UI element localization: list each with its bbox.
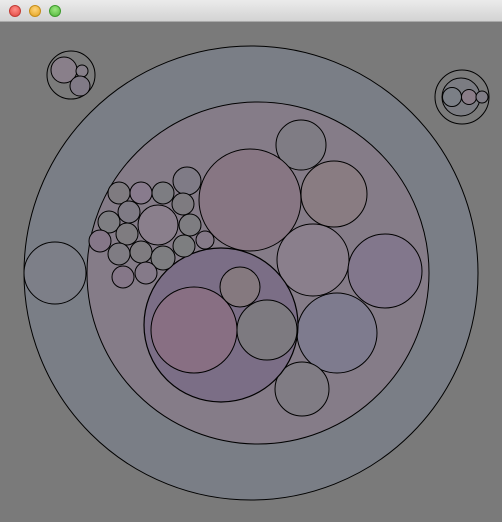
packed-circle (129, 240, 153, 264)
packed-circle (300, 160, 368, 228)
circle-packing-svg (23, 45, 490, 501)
packed-circle (129, 181, 153, 205)
packed-circle (347, 233, 423, 309)
close-button[interactable] (9, 5, 21, 17)
packed-circle (172, 234, 196, 258)
packed-circle (151, 181, 175, 205)
zoom-button[interactable] (49, 5, 61, 17)
packed-circle (75, 64, 89, 78)
packed-circle (134, 261, 158, 285)
packed-circle (107, 242, 131, 266)
app-window (0, 0, 502, 522)
packed-circle (23, 241, 87, 305)
packed-circle (296, 292, 378, 374)
packed-circle (115, 222, 139, 246)
packed-circle (236, 299, 298, 361)
packed-circle (198, 148, 302, 252)
packed-circle (475, 90, 489, 104)
packed-circle (88, 229, 112, 253)
packed-circle (69, 75, 91, 97)
packed-circle (111, 265, 135, 289)
packed-circle (195, 230, 215, 250)
packed-circle (178, 213, 202, 237)
packed-circle (171, 192, 195, 216)
packed-circle (461, 89, 477, 105)
packed-circle (107, 181, 131, 205)
packed-circle (442, 87, 462, 107)
packed-circle (219, 266, 261, 308)
packed-circle (137, 204, 179, 246)
minimize-button[interactable] (29, 5, 41, 17)
packed-circle (117, 200, 141, 224)
packed-circle (276, 223, 350, 297)
circle-packing-canvas (0, 22, 502, 522)
packed-circle (172, 166, 202, 196)
title-bar[interactable] (0, 0, 502, 22)
